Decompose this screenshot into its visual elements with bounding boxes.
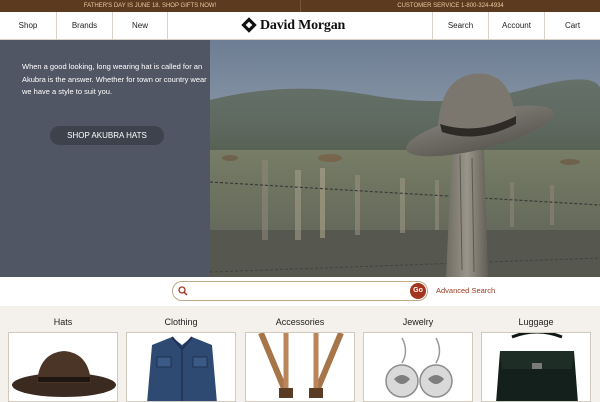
- nav-shop[interactable]: Shop: [0, 12, 57, 40]
- leather-bag-image: [496, 333, 578, 401]
- nav-brands[interactable]: Brands: [57, 12, 113, 40]
- category-label: Luggage: [518, 317, 554, 327]
- category-label: Jewelry: [402, 317, 434, 327]
- logo-text: David Morgan: [260, 18, 346, 33]
- main-nav: Shop Brands New David Morgan Search Acco…: [0, 12, 600, 40]
- hero-text-panel: When a good looking, long wearing hat is…: [0, 40, 210, 277]
- hero-description: When a good looking, long wearing hat is…: [22, 62, 207, 96]
- nav-new[interactable]: New: [113, 12, 168, 40]
- category-label: Hats: [53, 317, 73, 327]
- category-clothing[interactable]: Clothing: [126, 306, 236, 402]
- search-input[interactable]: [191, 284, 401, 298]
- go-button[interactable]: Go: [410, 283, 426, 299]
- search-bar-row: Go Advanced Search: [0, 277, 600, 306]
- logo[interactable]: David Morgan: [240, 17, 360, 35]
- category-hats[interactable]: Hats: [8, 306, 118, 402]
- category-tile[interactable]: [8, 332, 118, 402]
- denim-shirt-image: [147, 336, 217, 401]
- search-icon: [178, 286, 188, 296]
- search-box: Go: [172, 281, 428, 301]
- nav-search[interactable]: Search: [432, 12, 488, 40]
- category-jewelry[interactable]: Jewelry: [363, 306, 473, 402]
- promo-link[interactable]: FATHER'S DAY IS JUNE 18. SHOP GIFTS NOW!: [0, 0, 300, 12]
- top-banner: FATHER'S DAY IS JUNE 18. SHOP GIFTS NOW!…: [0, 0, 600, 12]
- category-label: Clothing: [164, 317, 198, 327]
- category-label: Accessories: [275, 317, 325, 327]
- category-tile[interactable]: [363, 332, 473, 402]
- nav-account[interactable]: Account: [488, 12, 544, 40]
- advanced-search-link[interactable]: Advanced Search: [436, 286, 495, 295]
- category-tile[interactable]: [481, 332, 591, 402]
- category-luggage[interactable]: Luggage: [481, 306, 591, 402]
- hat-image: [12, 351, 116, 397]
- category-tile[interactable]: [245, 332, 355, 402]
- category-accessories[interactable]: Accessories: [245, 306, 355, 402]
- category-grid: Hats Clothing Accessories Jewelry Luggag…: [0, 306, 600, 402]
- nav-cart[interactable]: Cart: [544, 12, 600, 40]
- shop-akubra-button[interactable]: SHOP AKUBRA HATS: [50, 126, 164, 145]
- customer-service-info[interactable]: CUSTOMER SERVICE 1-800-324-4934: [300, 0, 600, 12]
- earrings-image: [385, 337, 453, 398]
- suspenders-image: [258, 333, 344, 398]
- hero-hat-on-fencepost-image: [209, 40, 600, 277]
- hero-banner: When a good looking, long wearing hat is…: [0, 40, 600, 277]
- hero-image[interactable]: [209, 40, 600, 277]
- logo-diamond-icon: [241, 17, 257, 33]
- category-tile[interactable]: [126, 332, 236, 402]
